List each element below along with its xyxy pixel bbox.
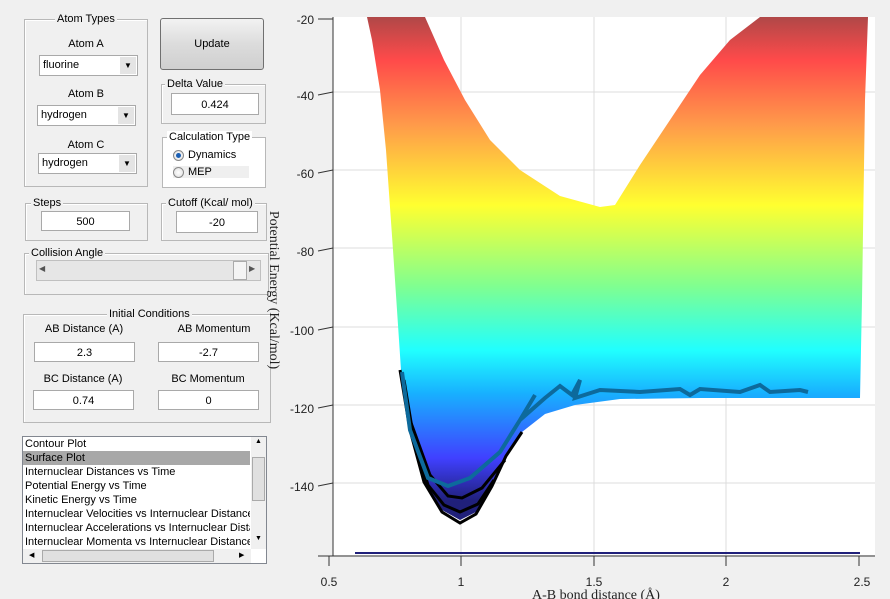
y-tick: -120	[290, 402, 314, 416]
x-tick-labels: 0.5 1 1.5 2 2.5	[321, 575, 871, 589]
y-tick: -100	[290, 324, 314, 338]
x-tick: 1.5	[586, 575, 603, 589]
y-tick: -20	[297, 13, 315, 27]
x-tick: 0.5	[321, 575, 338, 589]
x-tick: 2.5	[854, 575, 871, 589]
surface-plot: -20 -40 -60 -80 -100 -120 -140 0.5 1 1.5…	[266, 13, 875, 599]
y-tick: -80	[297, 245, 315, 259]
y-tick: -60	[297, 167, 315, 181]
y-tick-labels: -20 -40 -60 -80 -100 -120 -140	[290, 13, 314, 494]
y-tick: -140	[290, 480, 314, 494]
x-tick: 1	[458, 575, 465, 589]
x-tick: 2	[723, 575, 730, 589]
y-axis-label: Potential Energy (Kcal/mol)	[266, 211, 281, 370]
y-tick: -40	[297, 89, 315, 103]
x-axis-label: A-B bond distance (Å)	[532, 587, 660, 599]
